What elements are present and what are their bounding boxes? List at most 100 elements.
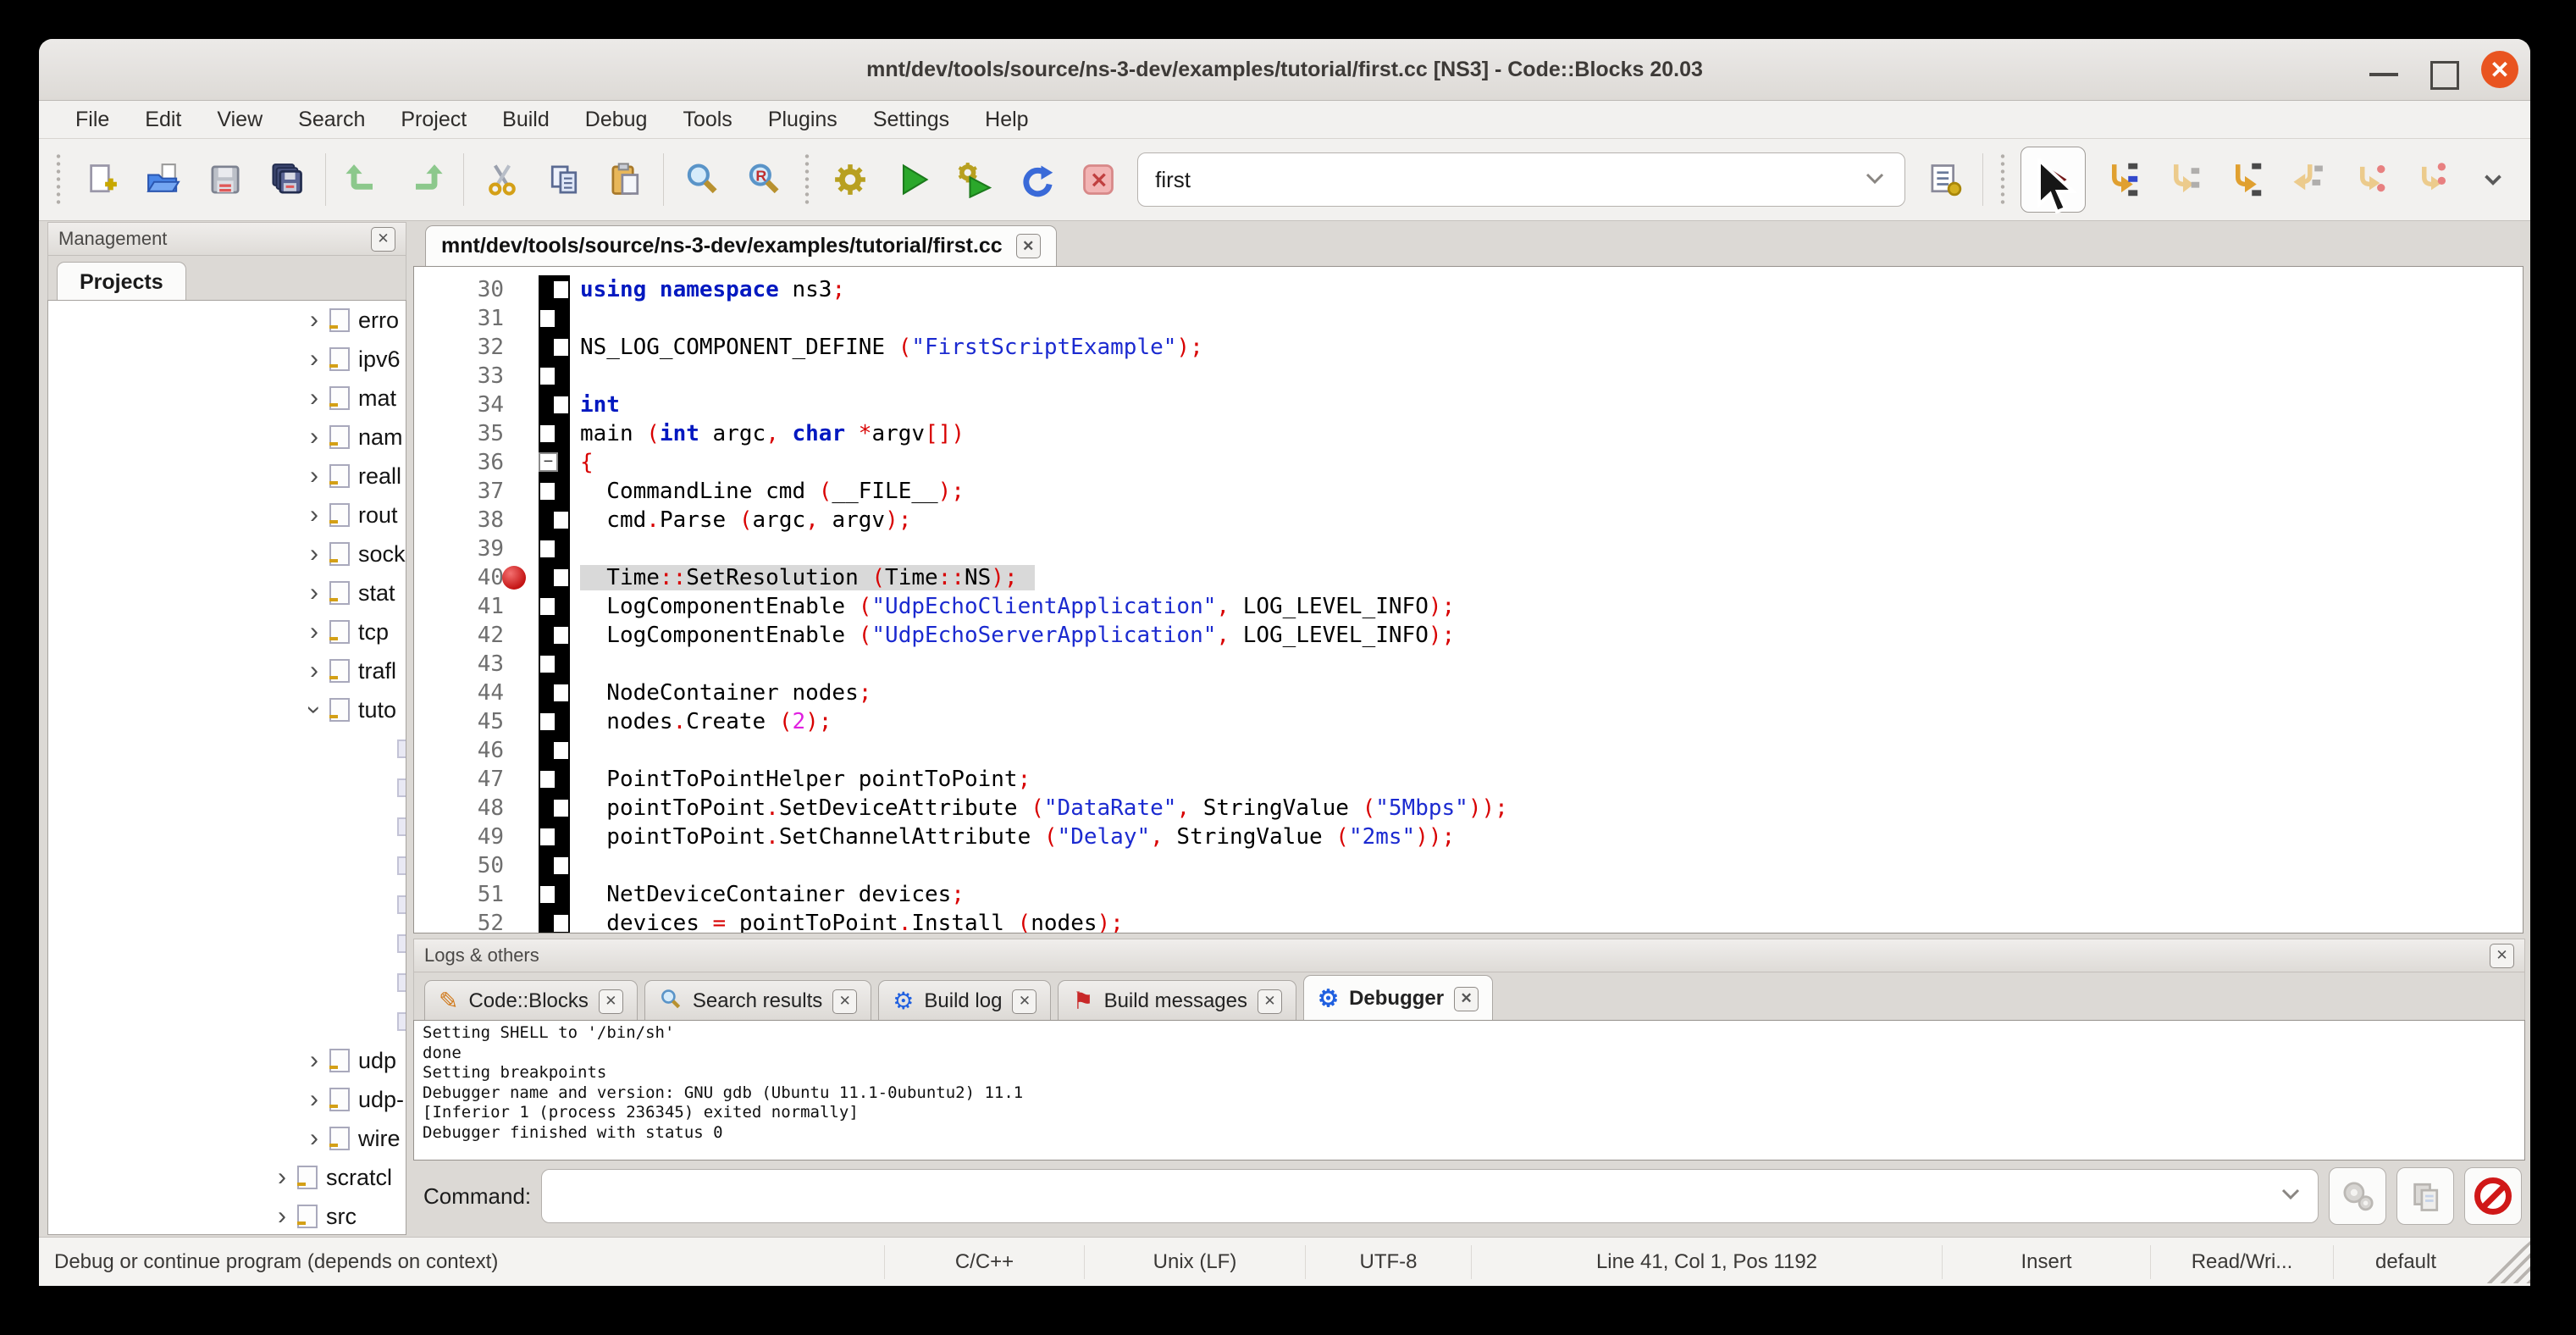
tree-item-stat[interactable]: ›stat [48,573,406,612]
build-and-run-button[interactable] [950,155,998,204]
line-number[interactable]: 47 [414,767,519,792]
menu-plugins[interactable]: Plugins [750,108,855,132]
line-number[interactable]: 39 [414,536,519,562]
line-number[interactable]: 37 [414,479,519,504]
undo-button[interactable] [340,155,388,204]
step-into-instruction-button[interactable] [2407,155,2455,204]
tree-item-udp[interactable]: ›udp [48,1041,406,1080]
line-number[interactable]: 50 [414,853,519,878]
menu-file[interactable]: File [58,108,127,132]
minimize-icon[interactable] [2369,73,2398,76]
line-number[interactable]: 36 [414,450,519,475]
build-target-select[interactable]: first [1137,152,1905,207]
fold-margin[interactable]: − [539,448,570,477]
marker-margin[interactable] [519,419,539,448]
chevron-right-icon[interactable]: › [299,306,329,335]
logs-tab-debugger[interactable]: ⚙Debugger✕ [1303,975,1493,1022]
chevron-right-icon[interactable]: › [299,345,329,374]
fold-margin[interactable] [539,419,570,448]
tree-item-mat[interactable]: ›mat [48,379,406,418]
open-file-button[interactable] [140,155,188,204]
redo-button[interactable] [401,155,450,204]
line-number[interactable]: 51 [414,882,519,907]
line-number[interactable]: 41 [414,594,519,619]
chevron-right-icon[interactable]: › [299,1124,329,1153]
chevron-right-icon[interactable]: › [299,1046,329,1075]
paste-button[interactable] [601,155,650,204]
tree-item-th[interactable]: th [48,1002,406,1041]
logs-tab-close-icon[interactable]: ✕ [1454,987,1479,1011]
command-input[interactable] [541,1169,2319,1223]
tree-item-src[interactable]: ›src [48,1197,406,1235]
menu-build[interactable]: Build [484,108,567,132]
rebuild-button[interactable] [1012,155,1060,204]
fold-margin[interactable] [539,275,570,304]
tree-item-nam[interactable]: ›nam [48,418,406,457]
tree-item-trafl[interactable]: ›trafl [48,651,406,690]
tree-item-erro[interactable]: ›erro [48,301,406,340]
marker-margin[interactable] [519,650,539,679]
run-to-cursor-button[interactable] [2098,155,2146,204]
tree-item-sock[interactable]: ›sock [48,535,406,573]
marker-margin[interactable] [519,477,539,506]
marker-margin[interactable] [519,362,539,391]
tree-item-ipv6[interactable]: ›ipv6 [48,340,406,379]
editor-tab-close-icon[interactable]: ✕ [1016,234,1041,258]
build-target-dropdown-icon[interactable] [1862,167,1888,193]
fold-margin[interactable] [539,535,570,563]
marker-margin[interactable] [519,506,539,535]
fold-margin[interactable] [539,909,570,933]
menu-view[interactable]: View [199,108,280,132]
tree-item-se[interactable]: se [48,885,406,924]
fold-margin[interactable] [539,304,570,333]
chevron-right-icon[interactable]: › [299,423,329,451]
tab-projects[interactable]: Projects [57,262,186,302]
code-editor[interactable]: 30using namespace ns3;3132NS_LOG_COMPONE… [413,266,2523,933]
line-number[interactable]: 35 [414,421,519,446]
debugger-log[interactable]: Setting SHELL to '/bin/sh'doneSetting br… [413,1020,2525,1161]
chevron-right-icon[interactable]: › [299,384,329,413]
menu-help[interactable]: Help [967,108,1046,132]
tree-item-rout[interactable]: ›rout [48,496,406,535]
line-number[interactable]: 31 [414,306,519,331]
fold-margin[interactable] [539,506,570,535]
marker-margin[interactable] [519,823,539,851]
fold-margin[interactable] [539,736,570,765]
chevron-right-icon[interactable]: › [299,656,329,685]
marker-margin[interactable] [519,880,539,909]
menu-tools[interactable]: Tools [665,108,749,132]
chevron-right-icon[interactable]: › [299,501,329,529]
fold-margin[interactable] [539,477,570,506]
tree-item-si[interactable]: si [48,963,406,1002]
tree-item-se[interactable]: se [48,924,406,963]
logs-tab-build-messages[interactable]: ⚑Build messages✕ [1058,980,1296,1022]
line-number[interactable]: 45 [414,709,519,734]
editor-tab-first-cc[interactable]: mnt/dev/tools/source/ns-3-dev/examples/t… [425,225,1057,266]
fold-margin[interactable] [539,563,570,592]
copy-button[interactable] [539,155,588,204]
management-close-icon[interactable]: ✕ [371,227,395,252]
marker-margin[interactable] [519,909,539,933]
marker-margin[interactable] [519,592,539,621]
line-number[interactable]: 30 [414,277,519,302]
marker-margin[interactable] [519,448,539,477]
marker-margin[interactable] [519,333,539,362]
marker-margin[interactable] [519,851,539,880]
next-line-button[interactable] [2159,155,2208,204]
run-button[interactable] [888,155,937,204]
toolbar-grip[interactable] [803,152,811,207]
toolbar-grip[interactable] [54,152,63,207]
marker-margin[interactable] [519,621,539,650]
marker-margin[interactable] [519,535,539,563]
copy-log-button[interactable] [2396,1167,2454,1225]
marker-margin[interactable] [519,736,539,765]
tree-item-fir[interactable]: fir [48,768,406,807]
find-button[interactable] [677,155,726,204]
step-into-button[interactable] [2221,155,2269,204]
fold-margin[interactable] [539,851,570,880]
cut-button[interactable] [478,155,526,204]
project-tree[interactable]: ›erro›ipv6›mat›nam›reall›rout›sock›stat›… [47,300,406,1235]
chevron-right-icon[interactable]: › [299,462,329,490]
line-number[interactable]: 52 [414,911,519,933]
marker-margin[interactable] [519,707,539,736]
